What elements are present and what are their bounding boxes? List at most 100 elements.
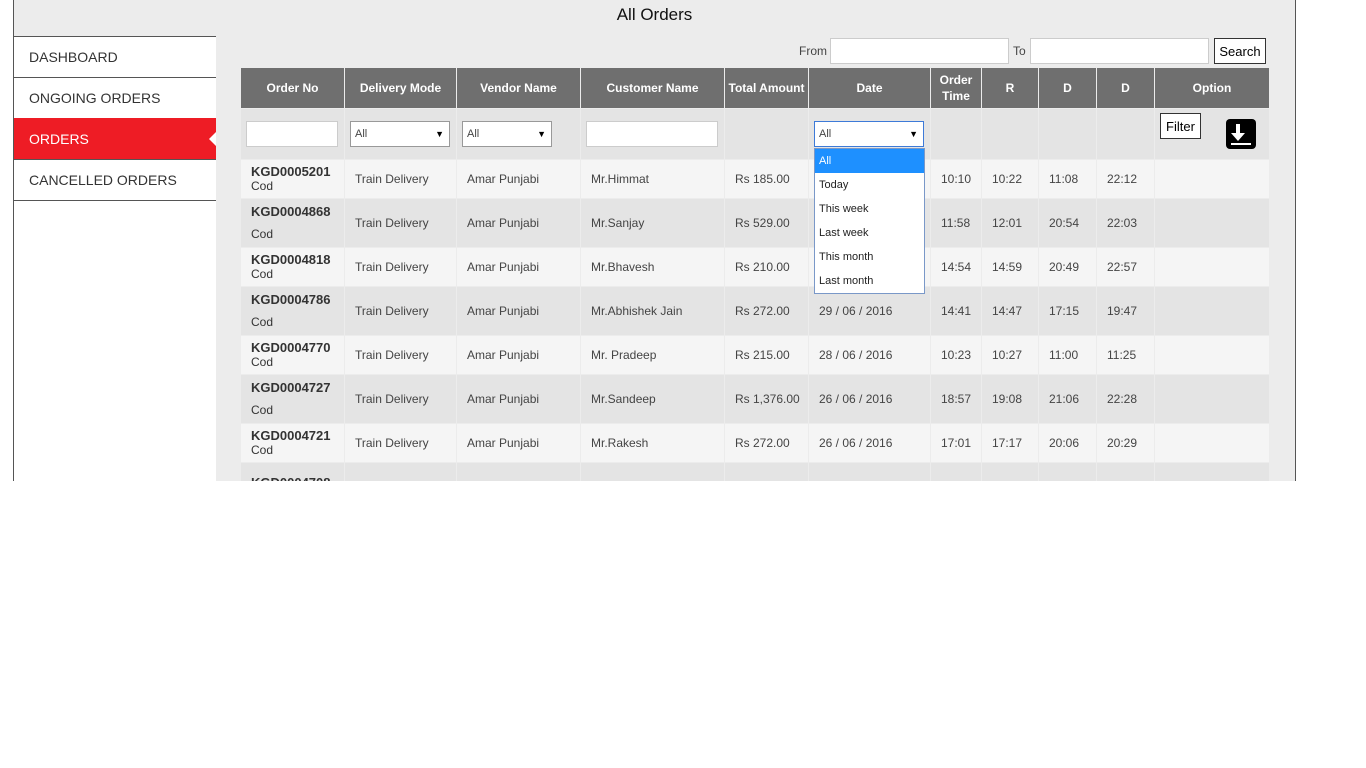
- order-number: KGD0004786: [251, 292, 331, 307]
- r-cell: 10:27: [981, 335, 1039, 375]
- table-row[interactable]: KGD0004786 Cod Train Delivery Amar Punjabi M…: [240, 286, 1270, 336]
- delivery-mode-select[interactable]: All ▼: [350, 121, 450, 147]
- delivery-mode-select-value: All: [355, 128, 368, 140]
- r-cell: 17:17: [981, 423, 1039, 463]
- order-time-cell: 10:23: [930, 335, 982, 375]
- amount-cell: Rs 185.00: [724, 159, 809, 199]
- order-time-cell: 10:10: [930, 159, 982, 199]
- d2-cell: 19:47: [1096, 286, 1155, 336]
- r-cell: 14:47: [981, 286, 1039, 336]
- customer-cell: Mr. Pradeep: [580, 335, 725, 375]
- date-option-this-week[interactable]: This week: [815, 197, 924, 221]
- col-order-time[interactable]: Order Time: [930, 67, 982, 109]
- payment-method: Cod: [251, 315, 274, 329]
- col-d2[interactable]: D: [1096, 67, 1155, 109]
- vendor-name-select[interactable]: All ▼: [462, 121, 552, 147]
- payment-method: Cod: [251, 443, 274, 457]
- date-cell: 26 / 06 / 2016: [808, 423, 931, 463]
- delivery-mode-cell: Train Delivery: [344, 335, 457, 375]
- app-frame: All Orders DASHBOARD ONGOING ORDERS ORDE…: [13, 0, 1296, 481]
- col-order-no[interactable]: Order No: [240, 67, 345, 109]
- date-dropdown-list: All Today This week Last week This month…: [814, 148, 925, 294]
- table-row[interactable]: KGD0004818 Cod Train Delivery Amar Punjabi M…: [240, 247, 1270, 287]
- orders-table: Order No Delivery Mode Vendor Name Custo…: [240, 67, 1270, 481]
- date-cell: [808, 462, 931, 481]
- date-select-value: All: [819, 128, 832, 140]
- vendor-name-select-value: All: [467, 128, 480, 140]
- d2-cell: 11:25: [1096, 335, 1155, 375]
- from-date-input[interactable]: [830, 38, 1009, 64]
- table-row[interactable]: KGD0004868 Cod Train Delivery Amar Punjabi M…: [240, 198, 1270, 248]
- table-row[interactable]: KGD0004721 Cod Train Delivery Amar Punjabi M…: [240, 423, 1270, 463]
- order-time-cell: [930, 462, 982, 481]
- to-date-input[interactable]: [1030, 38, 1209, 64]
- d1-cell: 20:06: [1038, 423, 1097, 463]
- col-date[interactable]: Date: [808, 67, 931, 109]
- date-cell: 28 / 06 / 2016: [808, 335, 931, 375]
- vendor-cell: [456, 462, 581, 481]
- sidebar-item-dashboard[interactable]: DASHBOARD: [14, 36, 216, 77]
- order-number: KGD0004868: [251, 204, 331, 219]
- amount-cell: Rs 210.00: [724, 247, 809, 287]
- order-no-filter-input[interactable]: [246, 121, 338, 147]
- amount-cell: Rs 1,376.00: [724, 374, 809, 424]
- date-option-last-month[interactable]: Last month: [815, 269, 924, 293]
- date-option-all[interactable]: All: [815, 149, 924, 173]
- order-no-cell: KGD0004770 Cod: [240, 335, 345, 375]
- col-customer-name[interactable]: Customer Name: [580, 67, 725, 109]
- d1-cell: 11:00: [1038, 335, 1097, 375]
- sidebar: DASHBOARD ONGOING ORDERS ORDERS CANCELLE…: [14, 36, 216, 481]
- customer-cell: Mr.Himmat: [580, 159, 725, 199]
- page-title: All Orders: [616, 5, 693, 24]
- col-d1[interactable]: D: [1038, 67, 1097, 109]
- order-time-cell: 18:57: [930, 374, 982, 424]
- date-option-last-week[interactable]: Last week: [815, 221, 924, 245]
- order-number: KGD0004770: [251, 340, 331, 355]
- orders-rows: KGD0005201 Cod Train Delivery Amar Punjabi M…: [240, 159, 1270, 481]
- delivery-mode-cell: Train Delivery: [344, 159, 457, 199]
- amount-cell: Rs 272.00: [724, 286, 809, 336]
- chevron-down-icon: ▼: [435, 129, 444, 139]
- vendor-cell: Amar Punjabi: [456, 286, 581, 336]
- table-row[interactable]: KGD0004708: [240, 462, 1270, 481]
- table-row[interactable]: KGD0005201 Cod Train Delivery Amar Punjabi M…: [240, 159, 1270, 199]
- option-cell: [1154, 159, 1270, 199]
- search-button[interactable]: Search: [1214, 38, 1266, 64]
- date-select[interactable]: All ▼: [814, 121, 924, 147]
- order-no-cell: KGD0004818 Cod: [240, 247, 345, 287]
- sidebar-item-orders[interactable]: ORDERS: [14, 118, 216, 159]
- table-row[interactable]: KGD0004727 Cod Train Delivery Amar Punjabi M…: [240, 374, 1270, 424]
- d1-cell: 17:15: [1038, 286, 1097, 336]
- payment-method: Cod: [251, 267, 274, 281]
- vendor-cell: Amar Punjabi: [456, 423, 581, 463]
- col-r[interactable]: R: [981, 67, 1039, 109]
- order-no-cell: KGD0004786 Cod: [240, 286, 345, 336]
- amount-cell: Rs 272.00: [724, 423, 809, 463]
- customer-cell: Mr.Abhishek Jain: [580, 286, 725, 336]
- download-icon[interactable]: [1226, 119, 1256, 149]
- vendor-cell: Amar Punjabi: [456, 335, 581, 375]
- option-cell: [1154, 198, 1270, 248]
- delivery-mode-cell: Train Delivery: [344, 247, 457, 287]
- date-option-this-month[interactable]: This month: [815, 245, 924, 269]
- from-label: From: [799, 44, 827, 58]
- col-delivery-mode[interactable]: Delivery Mode: [344, 67, 457, 109]
- payment-method: Cod: [251, 179, 274, 193]
- vendor-cell: Amar Punjabi: [456, 159, 581, 199]
- d2-cell: [1096, 462, 1155, 481]
- r-cell: 14:59: [981, 247, 1039, 287]
- vendor-cell: Amar Punjabi: [456, 374, 581, 424]
- d2-cell: 22:28: [1096, 374, 1155, 424]
- order-no-cell: KGD0004727 Cod: [240, 374, 345, 424]
- option-cell: [1154, 286, 1270, 336]
- customer-name-filter-input[interactable]: [586, 121, 718, 147]
- amount-cell: [724, 462, 809, 481]
- date-option-today[interactable]: Today: [815, 173, 924, 197]
- filter-button[interactable]: Filter: [1160, 113, 1201, 139]
- col-total-amount[interactable]: Total Amount: [724, 67, 809, 109]
- sidebar-item-cancelled-orders[interactable]: CANCELLED ORDERS: [14, 159, 216, 201]
- vendor-cell: Amar Punjabi: [456, 247, 581, 287]
- sidebar-item-ongoing-orders[interactable]: ONGOING ORDERS: [14, 77, 216, 118]
- col-vendor-name[interactable]: Vendor Name: [456, 67, 581, 109]
- table-row[interactable]: KGD0004770 Cod Train Delivery Amar Punjabi M…: [240, 335, 1270, 375]
